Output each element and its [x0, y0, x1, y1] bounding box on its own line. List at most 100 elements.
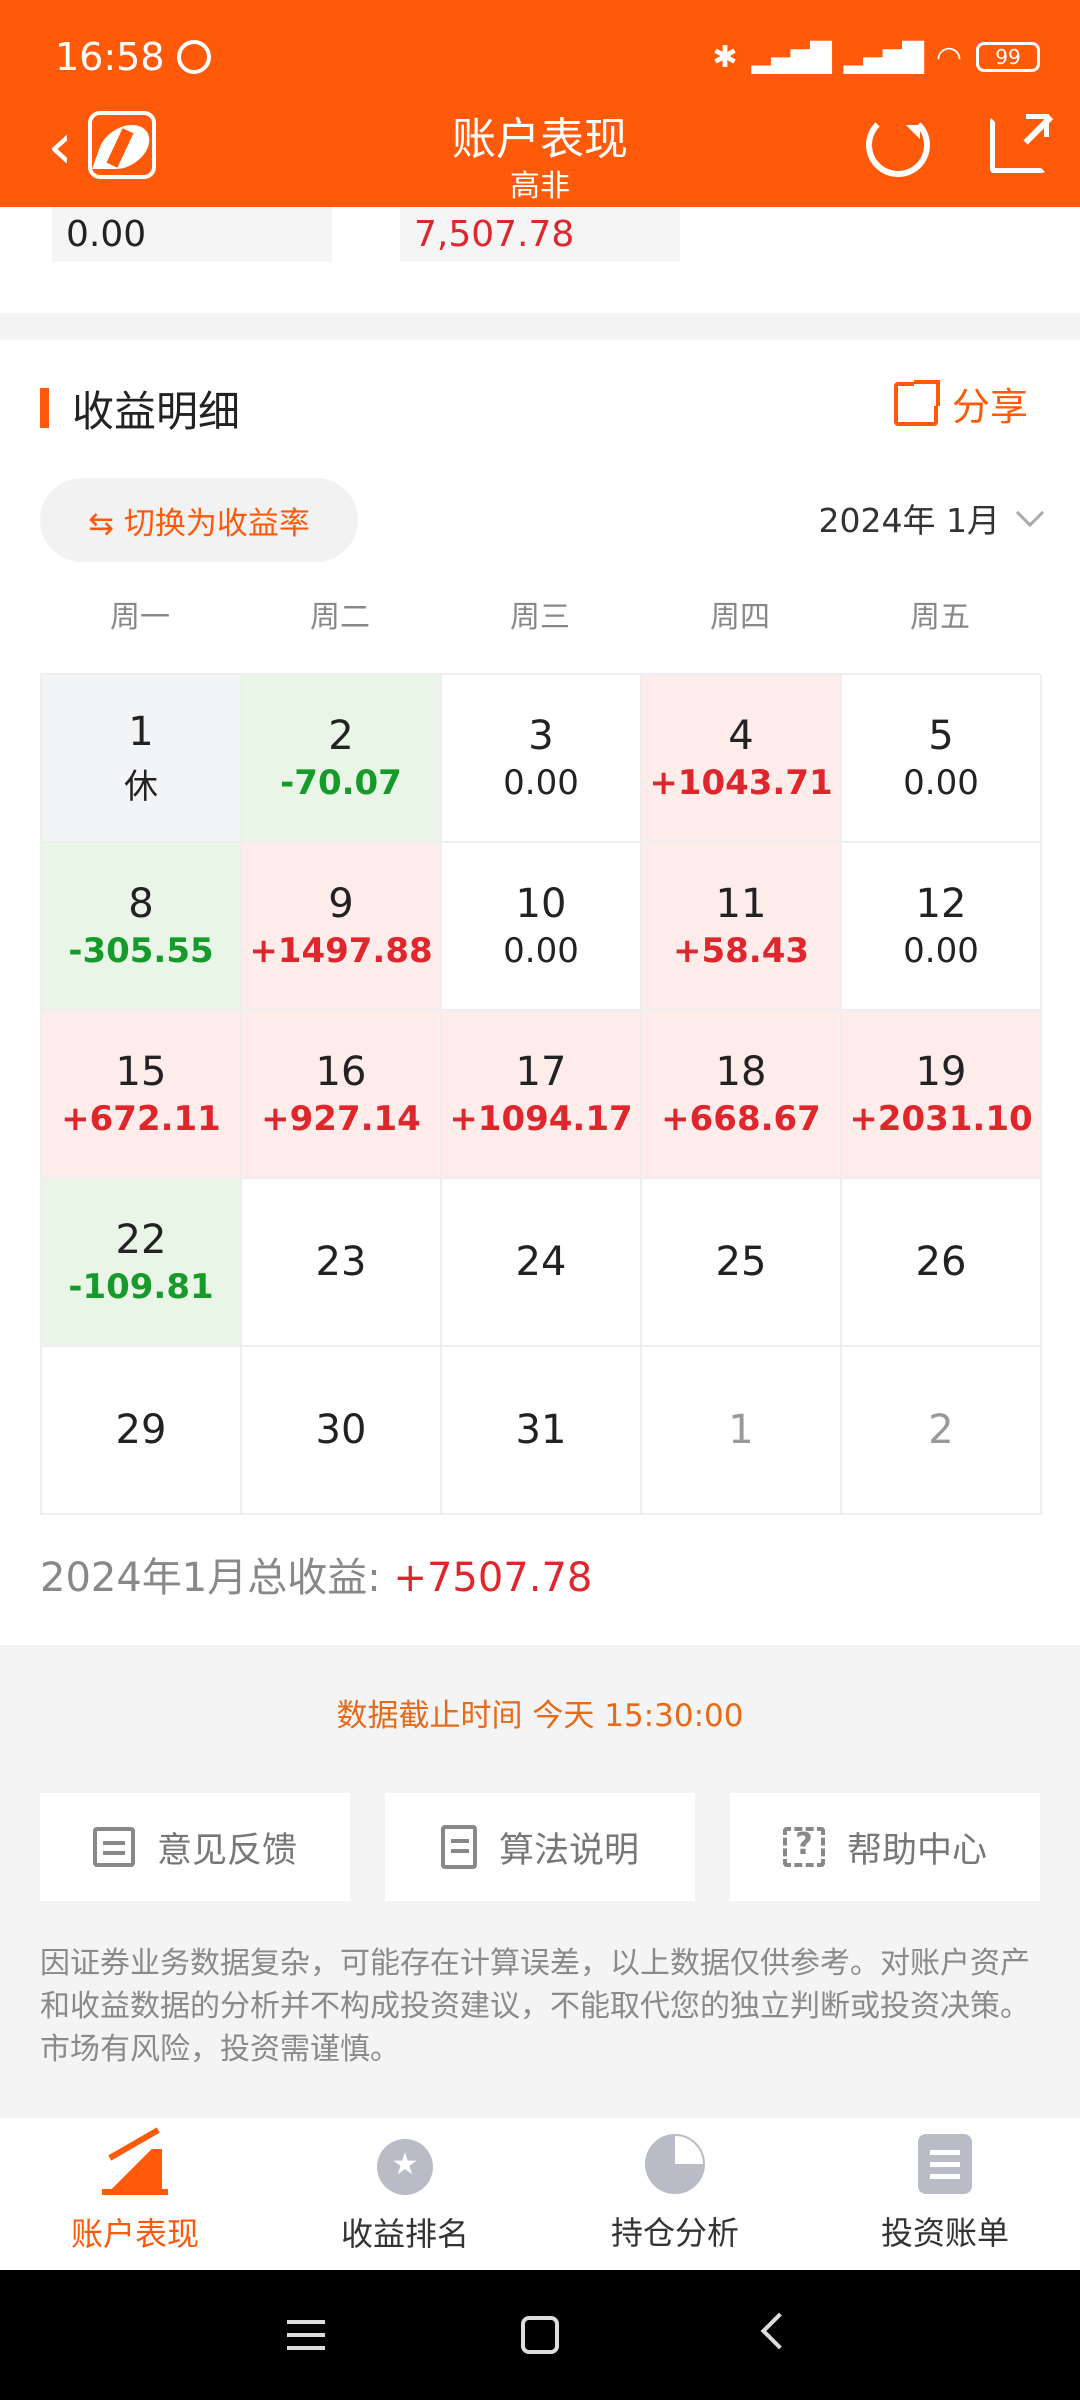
calendar-day-profit: 休: [124, 766, 158, 807]
month-label: 2024年 1月: [818, 501, 1000, 540]
calendar-day-cell[interactable]: 1休: [42, 675, 242, 843]
pie-chart-icon: [645, 2134, 705, 2194]
calendar-day-cell[interactable]: 2 -70.07: [242, 675, 442, 843]
calendar-day-cell[interactable]: 24: [442, 1179, 642, 1347]
calendar-day-cell[interactable]: 3 0.00: [442, 675, 642, 843]
share-button[interactable]: 分享: [893, 376, 1028, 431]
tab-ranking[interactable]: 收益排名: [270, 2118, 540, 2270]
tab-ranking-label: 收益排名: [340, 2215, 469, 2253]
monthly-total: 2024年1月总收益: +7507.78: [40, 1545, 592, 1603]
calendar-day-number: 2: [328, 713, 354, 759]
calendar-day-cell[interactable]: 19 +2031.10: [842, 1011, 1042, 1179]
calendar-day-number: 11: [715, 881, 767, 927]
feedback-button[interactable]: 意见反馈: [40, 1793, 350, 1901]
clipboard-icon: [440, 1825, 477, 1869]
calendar-day-profit: +927.14: [261, 1099, 421, 1139]
calendar-day-number: 23: [315, 1239, 367, 1285]
calendar-day-cell[interactable]: 23: [242, 1179, 442, 1347]
weekday-tue: 周二: [310, 600, 370, 635]
calendar-day-cell[interactable]: 18 +668.67: [642, 1011, 842, 1179]
signal-icon: ▂▄▆█: [751, 40, 832, 74]
tab-performance-label: 账户表现: [70, 2215, 199, 2253]
bluetooth-icon: ✱: [712, 39, 738, 75]
calendar-day-cell[interactable]: 8 -305.55: [42, 843, 242, 1011]
share-label: 分享: [951, 385, 1028, 429]
feedback-label: 意见反馈: [156, 1830, 297, 1871]
calendar-day-cell[interactable]: 29: [42, 1347, 242, 1515]
calendar-day-cell[interactable]: 15 +672.11: [42, 1011, 242, 1179]
calendar-day-number: 19: [915, 1049, 967, 1095]
calendar-day-number: 10: [515, 881, 567, 927]
status-icons: ✱ ▂▄▆█ ▂▄▆█ ◠ 99: [712, 40, 1040, 75]
battery-icon: 99: [976, 42, 1040, 72]
calendar-day-cell[interactable]: 17 +1094.17: [442, 1011, 642, 1179]
calendar-day-profit: -109.81: [68, 1267, 214, 1307]
wifi-icon: ◠: [935, 39, 962, 75]
calendar-day-number: 1: [728, 1407, 754, 1453]
calendar-day-cell[interactable]: 31: [442, 1347, 642, 1515]
calendar-day-cell[interactable]: 22 -109.81: [42, 1179, 242, 1347]
calendar-day-profit: +1497.88: [249, 931, 433, 971]
tab-bill[interactable]: 投资账单: [810, 2118, 1080, 2270]
calendar-day-cell[interactable]: 10 0.00: [442, 843, 642, 1011]
calendar-day-cell[interactable]: 5 0.00: [842, 675, 1042, 843]
medal-icon: [377, 2139, 433, 2195]
weekday-wed: 周三: [510, 600, 570, 635]
battery-level: 99: [995, 45, 1021, 69]
calendar-day-cell[interactable]: 2: [842, 1347, 1042, 1515]
earnings-detail-section: 收益明细 分享 ⇆ 切换为收益率 2024年 1月 周一 周二 周三 周四 周五…: [0, 340, 1080, 1645]
chevron-down-icon: [1015, 498, 1045, 528]
trend-chart-icon: [102, 2133, 168, 2195]
calendar-day-number: 12: [915, 881, 967, 927]
help-center-button[interactable]: 帮助中心: [730, 1793, 1040, 1901]
question-icon: [782, 1827, 825, 1867]
calendar-day-number: 8: [128, 881, 154, 927]
bottom-tab-bar: 账户表现 收益排名 持仓分析 投资账单: [0, 2118, 1080, 2270]
weekday-fri: 周五: [910, 600, 970, 635]
calendar-day-profit: 0.00: [903, 763, 979, 803]
calendar-day-number: 16: [315, 1049, 367, 1095]
share-icon: [893, 379, 940, 426]
calendar-day-number: 2: [928, 1407, 954, 1453]
calendar-day-profit: +1043.71: [649, 763, 833, 803]
summary-value-left: 0.00: [52, 207, 332, 262]
calendar-day-profit: +672.11: [61, 1099, 221, 1139]
calendar-day-cell[interactable]: 11 +58.43: [642, 843, 842, 1011]
calendar-day-number: 25: [715, 1239, 767, 1285]
month-select[interactable]: 2024年 1月: [818, 494, 1045, 542]
calendar-day-cell[interactable]: 30: [242, 1347, 442, 1515]
calendar-day-profit: 0.00: [903, 931, 979, 971]
calendar-day-cell[interactable]: 1: [642, 1347, 842, 1515]
export-button[interactable]: [990, 114, 1049, 173]
footer-buttons: 意见反馈 算法说明 帮助中心: [40, 1793, 1040, 1901]
app-header: 16:58 ✱ ▂▄▆█ ▂▄▆█ ◠ 99 ‹ 账户表现 高非: [0, 0, 1080, 207]
algorithm-button[interactable]: 算法说明: [385, 1793, 695, 1901]
tab-holdings-label: 持仓分析: [610, 2214, 739, 2252]
calendar-day-cell[interactable]: 25: [642, 1179, 842, 1347]
switch-to-rate-button[interactable]: ⇆ 切换为收益率: [40, 478, 358, 562]
signal-2-icon: ▂▄▆█: [843, 40, 924, 74]
calendar-day-cell[interactable]: 12 0.00: [842, 843, 1042, 1011]
calendar-day-cell[interactable]: 26: [842, 1179, 1042, 1347]
calendar-day-number: 4: [728, 713, 754, 759]
summary-card: 0.00 7,507.78: [0, 207, 1080, 313]
calendar-day-number: 30: [315, 1407, 367, 1453]
calendar-day-cell[interactable]: 16 +927.14: [242, 1011, 442, 1179]
back-icon[interactable]: [760, 2312, 798, 2350]
calendar-day-cell[interactable]: 4 +1043.71: [642, 675, 842, 843]
tab-holdings[interactable]: 持仓分析: [540, 2118, 810, 2270]
summary-value-right: 7,507.78: [400, 207, 680, 262]
calendar-day-profit: +2031.10: [849, 1099, 1033, 1139]
calendar-day-profit: +58.43: [672, 931, 810, 971]
calendar-day-cell[interactable]: 9 +1497.88: [242, 843, 442, 1011]
message-icon: [92, 1827, 135, 1867]
calendar-day-number: 18: [715, 1049, 767, 1095]
refresh-button[interactable]: [866, 113, 930, 177]
menu-icon[interactable]: [287, 2320, 325, 2324]
disclaimer: 因证券业务数据复杂，可能存在计算误差，以上数据仅供参考。对账户资产和收益数据的分…: [40, 1946, 1030, 2067]
calendar-day-number: 26: [915, 1239, 967, 1285]
home-icon[interactable]: [521, 2316, 559, 2354]
switch-label: ⇆ 切换为收益率: [88, 505, 310, 542]
tab-performance[interactable]: 账户表现: [0, 2118, 270, 2270]
calendar-day-profit: 0.00: [503, 763, 579, 803]
